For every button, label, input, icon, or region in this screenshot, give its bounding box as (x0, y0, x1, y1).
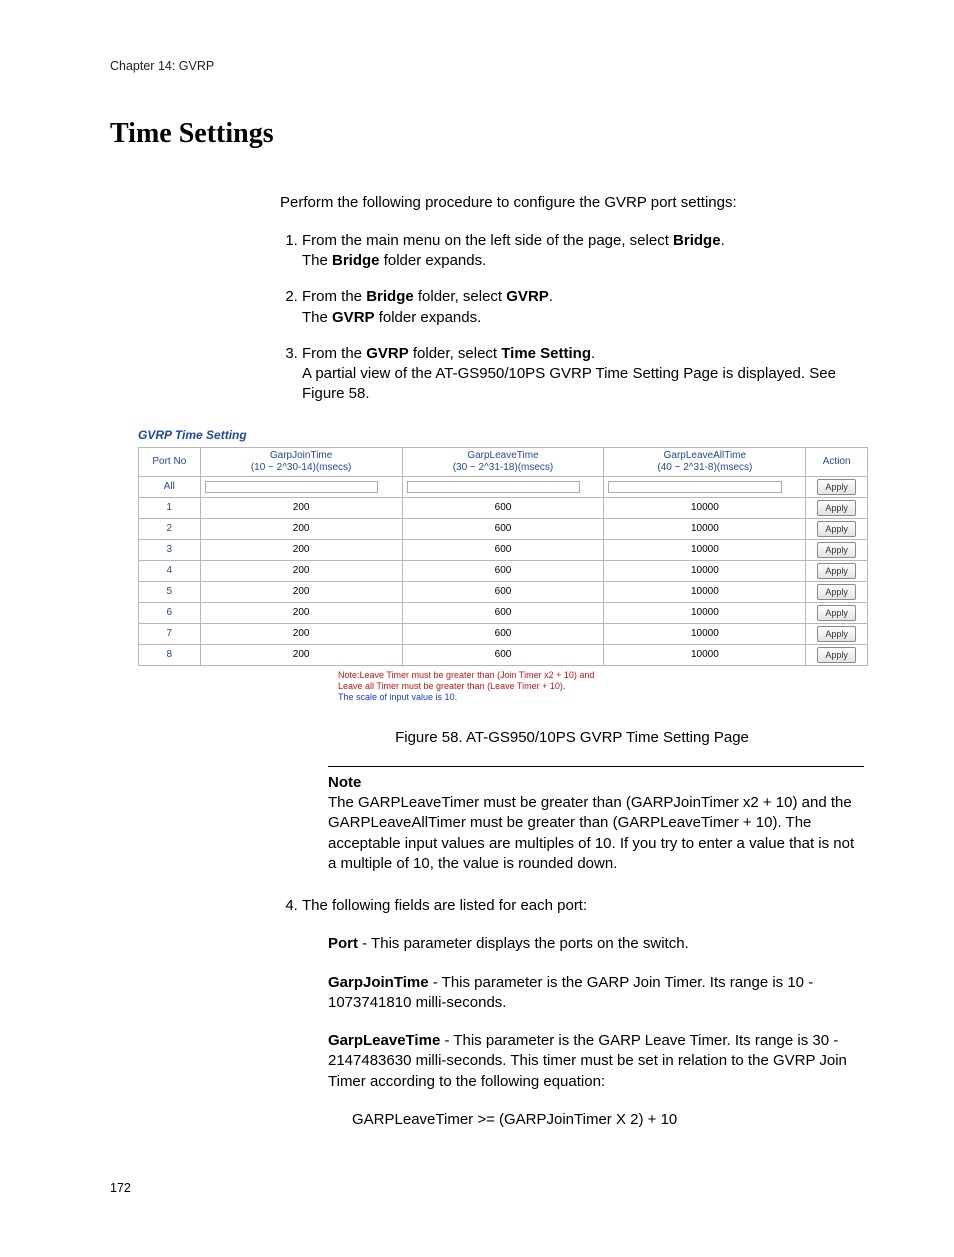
port-cell: 3 (139, 539, 201, 560)
table-row-all: All Apply (139, 476, 868, 497)
port-cell: 7 (139, 623, 201, 644)
all-leave-input[interactable] (407, 481, 581, 493)
join-cell: 200 (200, 581, 402, 602)
leave-cell: 600 (402, 602, 604, 623)
note-label: Note (328, 773, 864, 793)
leave-cell: 600 (402, 581, 604, 602)
join-cell: 200 (200, 518, 402, 539)
leave-cell: 600 (402, 497, 604, 518)
port-cell: 4 (139, 560, 201, 581)
leave-cell: 600 (402, 518, 604, 539)
leave-cell: 600 (402, 539, 604, 560)
table-row: 620060010000 Apply (139, 602, 868, 623)
port-cell: 8 (139, 644, 201, 665)
apply-button[interactable]: Apply (817, 605, 856, 621)
chapter-header: Chapter 14: GVRP (110, 58, 864, 75)
apply-button[interactable]: Apply (817, 479, 856, 495)
port-cell: 5 (139, 581, 201, 602)
table-row: 220060010000 Apply (139, 518, 868, 539)
leave-cell: 600 (402, 623, 604, 644)
equation: GARPLeaveTimer >= (GARPJoinTimer X 2) + … (352, 1110, 864, 1130)
join-cell: 200 (200, 560, 402, 581)
leaveall-cell: 10000 (604, 602, 806, 623)
section-title: Time Settings (110, 115, 864, 153)
page-number: 172 (110, 1180, 864, 1197)
join-cell: 200 (200, 539, 402, 560)
table-row: 520060010000 Apply (139, 581, 868, 602)
figure-caption: Figure 58. AT-GS950/10PS GVRP Time Setti… (280, 728, 864, 748)
step-3: From the GVRP folder, select Time Settin… (302, 344, 864, 405)
note-block: Note The GARPLeaveTimer must be greater … (328, 766, 864, 874)
apply-button[interactable]: Apply (817, 584, 856, 600)
port-cell: 6 (139, 602, 201, 623)
figure-note: Note:Leave Timer must be greater than (J… (338, 670, 868, 704)
step-1: From the main menu on the left side of t… (302, 231, 864, 272)
table-row: 820060010000 Apply (139, 644, 868, 665)
note-body: The GARPLeaveTimer must be greater than … (328, 793, 864, 874)
field-port: Port - This parameter displays the ports… (328, 934, 864, 954)
leave-cell: 600 (402, 644, 604, 665)
all-leaveall-input[interactable] (608, 481, 782, 493)
leaveall-cell: 10000 (604, 539, 806, 560)
leaveall-cell: 10000 (604, 497, 806, 518)
apply-button[interactable]: Apply (817, 542, 856, 558)
apply-button[interactable]: Apply (817, 521, 856, 537)
apply-button[interactable]: Apply (817, 647, 856, 663)
table-row: 420060010000 Apply (139, 560, 868, 581)
join-cell: 200 (200, 644, 402, 665)
join-cell: 200 (200, 623, 402, 644)
leaveall-cell: 10000 (604, 518, 806, 539)
leaveall-cell: 10000 (604, 581, 806, 602)
step-2: From the Bridge folder, select GVRP. The… (302, 287, 864, 328)
table-row: 120060010000 Apply (139, 497, 868, 518)
port-all-label: All (139, 476, 201, 497)
figure-gvrp-time-setting: GVRP Time Setting Port No GarpJoinTime(1… (138, 427, 868, 704)
apply-button[interactable]: Apply (817, 500, 856, 516)
th-leaveall: GarpLeaveAllTime(40 ~ 2^31-8)(msecs) (604, 447, 806, 476)
leave-cell: 600 (402, 560, 604, 581)
all-join-input[interactable] (205, 481, 379, 493)
table-row: 320060010000 Apply (139, 539, 868, 560)
leaveall-cell: 10000 (604, 644, 806, 665)
intro-text: Perform the following procedure to confi… (280, 193, 864, 213)
table-row: 720060010000 Apply (139, 623, 868, 644)
port-cell: 1 (139, 497, 201, 518)
field-garpleavetime: GarpLeaveTime - This parameter is the GA… (328, 1031, 864, 1092)
th-action: Action (806, 447, 868, 476)
th-join: GarpJoinTime(10 ~ 2^30-14)(msecs) (200, 447, 402, 476)
th-port: Port No (139, 447, 201, 476)
leaveall-cell: 10000 (604, 560, 806, 581)
figure-title: GVRP Time Setting (138, 427, 868, 443)
apply-button[interactable]: Apply (817, 563, 856, 579)
apply-button[interactable]: Apply (817, 626, 856, 642)
port-cell: 2 (139, 518, 201, 539)
gvrp-table: Port No GarpJoinTime(10 ~ 2^30-14)(msecs… (138, 447, 868, 666)
th-leave: GarpLeaveTime(30 ~ 2^31-18)(msecs) (402, 447, 604, 476)
field-garpjointime: GarpJoinTime - This parameter is the GAR… (328, 973, 864, 1014)
join-cell: 200 (200, 497, 402, 518)
join-cell: 200 (200, 602, 402, 623)
step-4: The following fields are listed for each… (302, 896, 864, 916)
leaveall-cell: 10000 (604, 623, 806, 644)
